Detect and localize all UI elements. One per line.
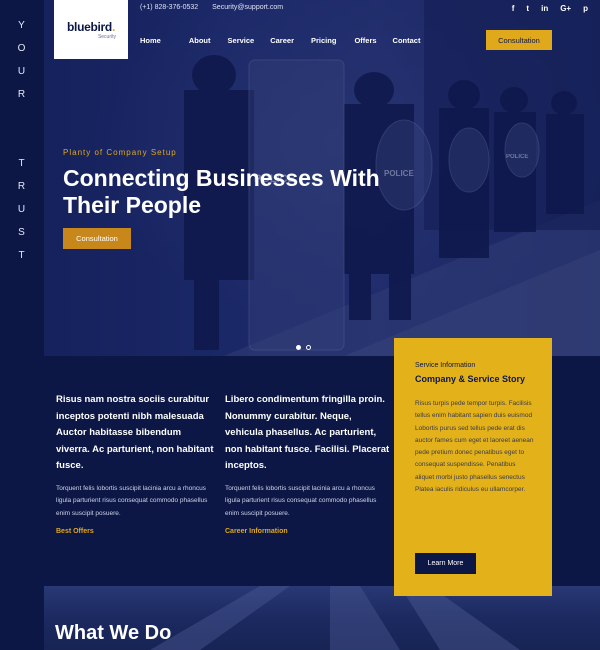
brand-tagline: Security: [97, 33, 116, 40]
phone-number[interactable]: (+1) 828-376-0532: [140, 4, 198, 11]
rail-letter: O: [17, 43, 27, 54]
column-2-lead: Libero condimentum fringilla proin. Nonu…: [225, 394, 390, 471]
brand-logo[interactable]: bluebird. Security: [54, 0, 128, 59]
nav-about[interactable]: About: [189, 36, 211, 45]
slider-dot-1[interactable]: [296, 345, 301, 350]
rail-text: Y O U R T R U S T: [0, 14, 44, 267]
rail-letter: U: [17, 204, 27, 215]
slider-dots: [296, 345, 311, 350]
nav-career[interactable]: Career: [270, 36, 294, 45]
rail-letter: Y: [18, 20, 26, 31]
nav-home[interactable]: Home: [140, 36, 161, 45]
rail-letter: T: [18, 250, 26, 261]
nav-offers[interactable]: Offers: [354, 36, 376, 45]
hero-title: Connecting Businesses With Their People: [63, 165, 380, 218]
card-kicker: Service Information: [415, 362, 476, 369]
hero-consultation-button[interactable]: Consultation: [63, 228, 131, 249]
service-info-card: Service Information Company & Service St…: [394, 338, 552, 596]
rail-letter: [0, 106, 44, 129]
career-information-link[interactable]: Career Information: [225, 528, 390, 535]
pinterest-icon[interactable]: p: [583, 4, 588, 13]
facebook-icon[interactable]: f: [512, 4, 515, 13]
header-consultation-button[interactable]: Consultation: [486, 30, 552, 50]
nav-pricing[interactable]: Pricing: [311, 36, 336, 45]
social-links: f t in G+ p: [512, 4, 588, 13]
email-address[interactable]: Security@support.com: [212, 4, 283, 11]
rail-letter: S: [18, 227, 26, 238]
rail-letter: T: [18, 158, 26, 169]
column-1-body: Torquent felis lobortis suscipit lacinia…: [56, 484, 208, 517]
column-1-lead: Risus nam nostra sociis curabitur incept…: [56, 394, 214, 471]
vertical-rail: Y O U R T R U S T: [0, 0, 44, 650]
rail-letter: U: [17, 66, 27, 77]
card-body: Risus turpis pede tempor turpis. Facilis…: [415, 400, 534, 494]
slider-dot-2[interactable]: [306, 345, 311, 350]
info-column-1: Risus nam nostra sociis curabitur incept…: [56, 392, 216, 535]
google-plus-icon[interactable]: G+: [560, 4, 571, 13]
section-title: What We Do: [55, 622, 172, 644]
best-offers-link[interactable]: Best Offers: [56, 528, 216, 535]
nav-service[interactable]: Service: [228, 36, 255, 45]
main-nav: Home About Service Career Pricing Offers…: [140, 36, 420, 45]
rail-letter: R: [17, 181, 27, 192]
hero-kicker: Planty of Company Setup: [63, 148, 177, 157]
linkedin-icon[interactable]: in: [541, 4, 548, 13]
rail-letter: [0, 129, 44, 152]
nav-contact[interactable]: Contact: [393, 36, 421, 45]
column-2-body: Torquent felis lobortis suscipit lacinia…: [225, 484, 377, 517]
twitter-icon[interactable]: t: [526, 4, 529, 13]
learn-more-button[interactable]: Learn More: [415, 553, 476, 574]
brand-name: bluebird.: [67, 19, 115, 34]
rail-letter: R: [17, 89, 27, 100]
top-contact-bar: (+1) 828-376-0532 Security@support.com: [140, 4, 295, 11]
card-title: Company & Service Story: [415, 374, 526, 384]
info-column-2: Libero condimentum fringilla proin. Nonu…: [225, 392, 390, 535]
